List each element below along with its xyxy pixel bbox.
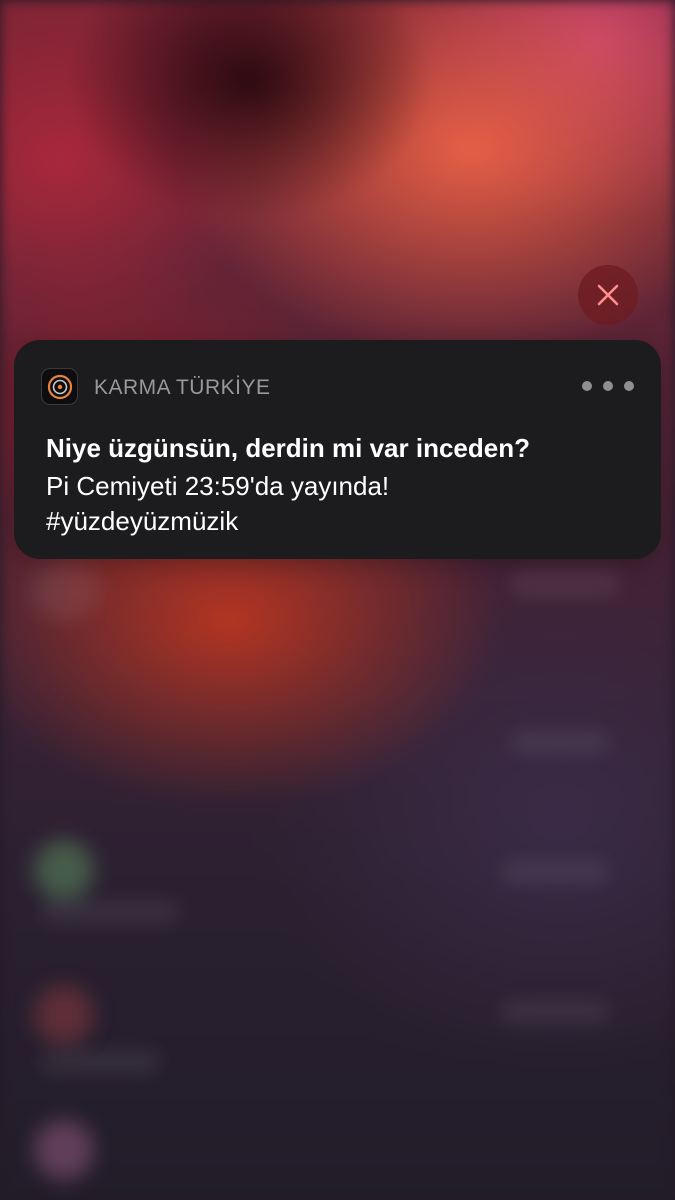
- vinyl-record-icon: [47, 374, 72, 399]
- blurred-text: [500, 1000, 610, 1024]
- app-icon: [41, 368, 78, 405]
- blurred-app-icon: [34, 1120, 94, 1180]
- more-options-icon: [624, 381, 634, 391]
- lock-screen: KARMA TÜRKİYE Niye üzgünsün, derdin mi v…: [0, 0, 675, 1200]
- blurred-app-icon: [30, 560, 100, 620]
- blurred-text: [40, 1050, 160, 1074]
- close-icon: [597, 284, 619, 306]
- notification-title: Niye üzgünsün, derdin mi var inceden?: [46, 433, 530, 463]
- blurred-text: [510, 570, 620, 596]
- blurred-text: [40, 900, 180, 924]
- blurred-text: [500, 860, 610, 884]
- blurred-app-icon: [34, 985, 94, 1045]
- more-options-icon: [603, 381, 613, 391]
- notification-body-line: #yüzdeyüzmüzik: [46, 506, 239, 536]
- notification-card[interactable]: KARMA TÜRKİYE Niye üzgünsün, derdin mi v…: [14, 340, 661, 559]
- more-options-icon: [582, 381, 592, 391]
- blurred-app-icon: [34, 840, 94, 900]
- notification-body-line: Pi Cemiyeti 23:59'da yayında!: [46, 471, 390, 501]
- app-name: KARMA TÜRKİYE: [94, 376, 271, 399]
- blurred-text: [510, 730, 610, 754]
- dismiss-button[interactable]: [578, 265, 638, 325]
- more-options-button[interactable]: [582, 370, 634, 402]
